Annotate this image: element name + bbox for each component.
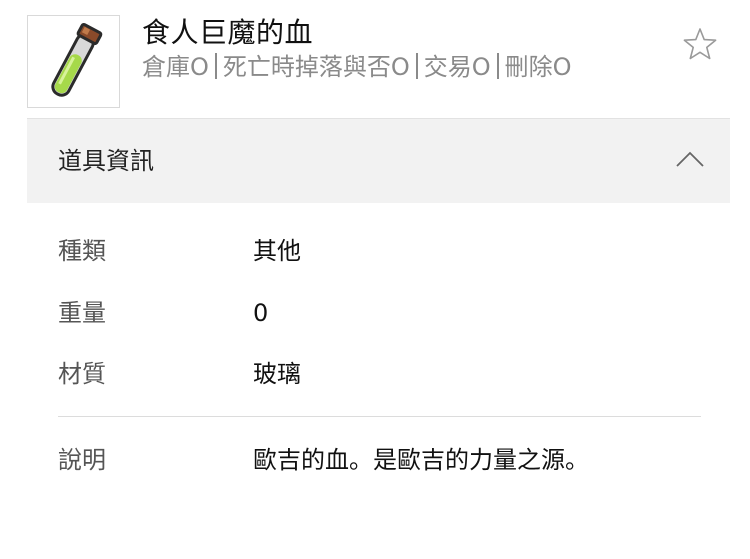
- star-outline-icon: [683, 28, 717, 60]
- flag-delete: 刪除O: [504, 53, 572, 81]
- item-detail-page: 食人巨魔的血 倉庫O 死亡時掉落與否O 交易O 刪除O 道具資訊 種類 其他 重量 0…: [0, 0, 750, 559]
- tag-separator: [415, 53, 418, 79]
- weight-label: 重量: [58, 299, 106, 327]
- section-title: 道具資訊: [58, 147, 154, 175]
- type-value: 其他: [253, 237, 301, 265]
- tag-separator: [496, 53, 499, 79]
- potion-vial-icon: [51, 22, 103, 97]
- item-flags: 倉庫O 死亡時掉落與否O 交易O 刪除O: [142, 50, 572, 84]
- item-info-section-header[interactable]: 道具資訊: [27, 118, 730, 203]
- flag-storage: 倉庫O: [142, 53, 209, 81]
- flag-trade: 交易O: [423, 53, 491, 81]
- tag-separator: [214, 53, 217, 79]
- flag-drop-on-death: 死亡時掉落與否O: [222, 53, 410, 81]
- description-label: 說明: [58, 446, 106, 474]
- item-icon-frame: [27, 15, 120, 108]
- chevron-up-icon: [676, 151, 704, 167]
- item-name: 食人巨魔的血: [142, 16, 314, 49]
- description-value: 歐吉的血。是歐吉的力量之源。: [253, 446, 589, 474]
- weight-value: 0: [253, 299, 269, 327]
- material-value: 玻璃: [253, 360, 301, 388]
- divider: [58, 416, 701, 417]
- material-label: 材質: [58, 360, 106, 388]
- type-label: 種類: [58, 237, 106, 265]
- favorite-button[interactable]: [682, 26, 718, 62]
